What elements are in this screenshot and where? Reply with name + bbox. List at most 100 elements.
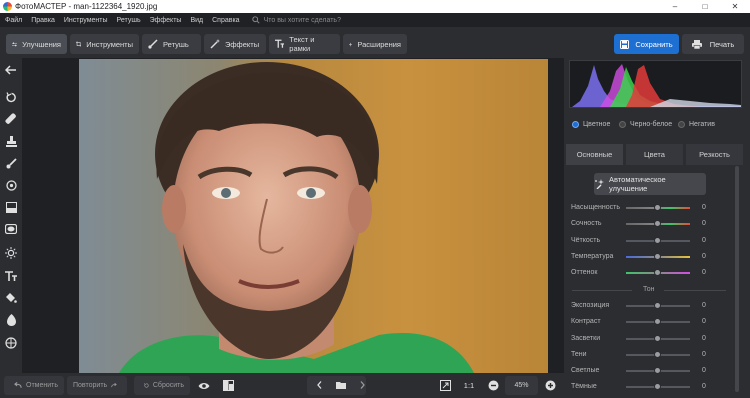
plus-icon [349, 42, 353, 46]
redo-button[interactable]: Повторить [67, 376, 127, 395]
reset-button[interactable]: Сбросить [134, 376, 190, 395]
slider-knob[interactable] [654, 220, 661, 227]
menu-tools[interactable]: Инструменты [59, 17, 112, 24]
globe-icon[interactable] [4, 336, 18, 350]
brush-tool-icon[interactable] [4, 156, 18, 170]
slider-value: 0 [702, 351, 706, 358]
menu-edit[interactable]: Правка [26, 17, 59, 24]
undo-icon [14, 382, 22, 388]
auto-enhance-label: Автоматическое улучшение [609, 175, 666, 193]
slider-value: 0 [702, 269, 706, 276]
bottom-bar: Отменить Повторить Сбросить 1:1 45% [0, 373, 564, 398]
slider-knob[interactable] [654, 204, 661, 211]
slider-label: Чёткость [571, 237, 601, 244]
tab-effects[interactable]: Эффекты [204, 34, 266, 54]
tab-extensions[interactable]: Расширения [343, 34, 407, 54]
menu-retouch[interactable]: Ретушь [112, 17, 145, 24]
tab-label: Текст и рамки [289, 35, 315, 53]
tab-basic[interactable]: Основные [566, 144, 623, 165]
zoom-out-icon[interactable] [486, 376, 500, 395]
actual-size-button[interactable]: 1:1 [460, 376, 478, 395]
slider-knob[interactable] [654, 318, 661, 325]
slider-knob[interactable] [654, 367, 661, 374]
mode-bw[interactable]: Черно-белое [619, 121, 672, 128]
slider-knob[interactable] [654, 335, 661, 342]
folder-icon[interactable] [332, 381, 350, 391]
slider-shadows[interactable]: Тени 0 [564, 349, 750, 361]
slider-whites[interactable]: Светлые 0 [564, 365, 750, 377]
slider-knob[interactable] [654, 383, 661, 390]
slider-temperature[interactable]: Температура 0 [564, 251, 750, 263]
light-icon[interactable] [4, 246, 18, 260]
slider-label: Тёмные [571, 383, 597, 390]
stamp-icon[interactable] [4, 134, 18, 148]
zoom-level[interactable]: 45% [505, 376, 538, 395]
zoom-in-icon[interactable] [543, 376, 557, 395]
tab-text-frames[interactable]: Текст и рамки [269, 34, 340, 54]
undo-button[interactable]: Отменить [4, 376, 64, 395]
menu-effects[interactable]: Эффекты [145, 17, 186, 24]
search-field[interactable]: Что вы хотите сделать? [251, 16, 341, 24]
print-button[interactable]: Печать [682, 34, 744, 54]
file-navigation [307, 376, 366, 395]
slider-knob[interactable] [654, 269, 661, 276]
slider-saturation[interactable]: Насыщенность 0 [564, 202, 750, 214]
menu-help[interactable]: Справка [207, 17, 243, 24]
radial-filter-icon[interactable] [4, 178, 18, 192]
rotate-icon[interactable] [4, 90, 18, 104]
mask-icon[interactable] [4, 313, 18, 327]
gradient-filter-icon[interactable] [4, 200, 18, 214]
slider-label: Экспозиция [571, 302, 610, 309]
slider-value: 0 [702, 204, 706, 211]
slider-label: Насыщенность [571, 204, 621, 211]
minimize-button[interactable]: – [660, 0, 690, 13]
tab-retouch[interactable]: Ретушь [142, 34, 201, 54]
paint-bucket-icon[interactable] [4, 291, 18, 305]
slider-contrast[interactable]: Контраст 0 [564, 316, 750, 328]
slider-clarity[interactable]: Чёткость 0 [564, 235, 750, 247]
photo-canvas[interactable] [22, 58, 564, 373]
left-toolbar [0, 58, 22, 373]
undo-label: Отменить [26, 382, 58, 389]
maximize-button[interactable]: □ [690, 0, 720, 13]
slider-knob[interactable] [654, 302, 661, 309]
tab-sharpness[interactable]: Резкость [686, 144, 743, 165]
mode-color[interactable]: Цветное [572, 121, 610, 128]
print-label: Печать [709, 39, 735, 49]
slider-label: Засветки [571, 335, 601, 342]
slider-vibrance[interactable]: Сочность 0 [564, 218, 750, 230]
bandage-icon[interactable] [4, 112, 18, 126]
slider-exposure[interactable]: Экспозиция 0 [564, 300, 750, 312]
tab-colors[interactable]: Цвета [626, 144, 683, 165]
preview-eye-icon[interactable] [196, 376, 212, 395]
mode-negative[interactable]: Негатив [678, 121, 715, 128]
back-arrow-icon[interactable] [4, 63, 18, 77]
slider-knob[interactable] [654, 237, 661, 244]
slider-value: 0 [702, 253, 706, 260]
menu-file[interactable]: Файл [0, 17, 26, 24]
vignette-icon[interactable] [4, 222, 18, 236]
save-button[interactable]: Сохранить [614, 34, 679, 54]
fit-screen-icon[interactable] [437, 376, 453, 395]
radio-icon [678, 121, 685, 128]
tab-enhancements[interactable]: Улучшения [6, 34, 67, 54]
slider-blacks[interactable]: Тёмные 0 [564, 381, 750, 393]
tab-tools[interactable]: Инструменты [70, 34, 139, 54]
mode-label: Негатив [689, 121, 715, 128]
next-file-icon[interactable] [350, 380, 375, 391]
tab-label: Инструменты [86, 39, 133, 49]
slider-highlights[interactable]: Засветки 0 [564, 333, 750, 345]
panel-scrollbar[interactable] [735, 166, 739, 392]
slider-knob[interactable] [654, 253, 661, 260]
auto-enhance-button[interactable]: Автоматическое улучшение [594, 173, 706, 195]
compare-icon[interactable] [220, 376, 236, 395]
slider-knob[interactable] [654, 351, 661, 358]
menu-view[interactable]: Вид [185, 17, 207, 24]
prev-file-icon[interactable] [307, 380, 332, 391]
slider-label: Светлые [571, 367, 600, 374]
close-button[interactable]: ✕ [720, 0, 750, 13]
text-tool-icon[interactable] [4, 269, 18, 283]
slider-tint[interactable]: Оттенок 0 [564, 267, 750, 279]
window-title: ФотоМАСТЕР - man-1122364_1920.jpg [15, 2, 158, 11]
app-logo-icon [3, 2, 12, 11]
